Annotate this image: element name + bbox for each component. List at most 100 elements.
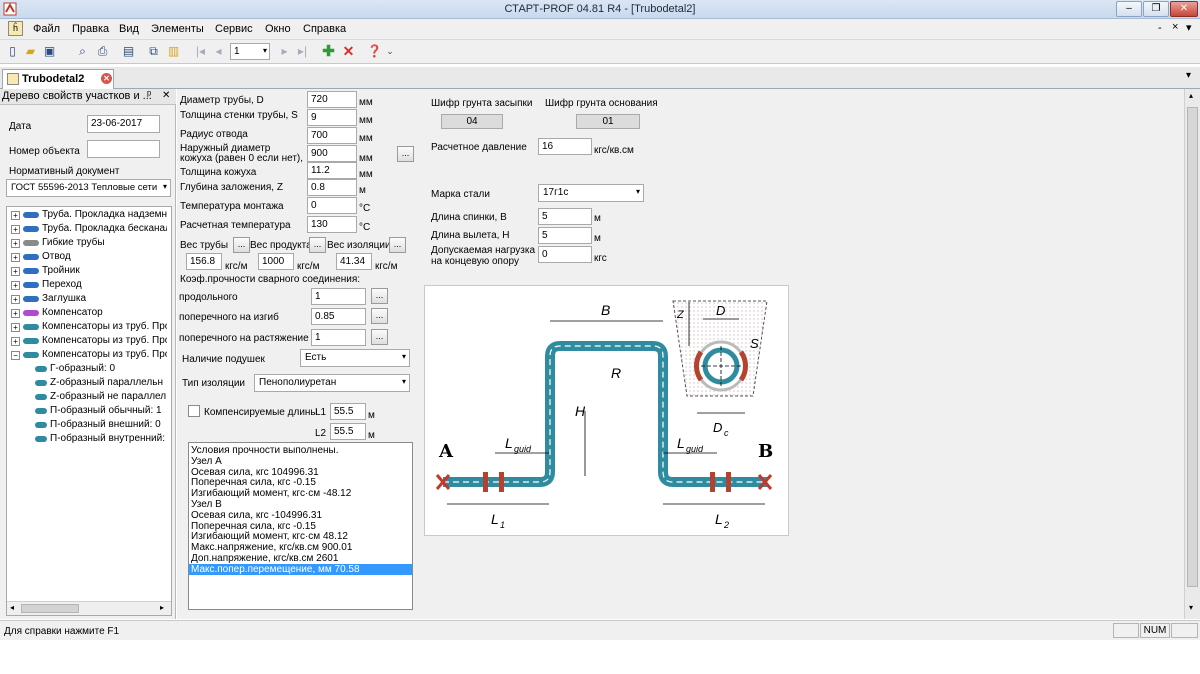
result-line[interactable]: Поперечная сила, кгс -0.15 (191, 477, 316, 488)
panel-close-icon[interactable]: ✕ (162, 90, 170, 101)
pads-select[interactable]: Есть ▾ (300, 349, 410, 367)
tree-item[interactable]: + Труба. Прокладка бесканал (11, 223, 167, 237)
insulation-weight-button[interactable]: ... (389, 237, 406, 253)
menu-help[interactable]: Справка (303, 23, 346, 35)
restore-button[interactable]: ❐ (1143, 1, 1169, 17)
scroll-thumb[interactable] (1187, 107, 1198, 587)
install-temp-field[interactable]: 0 (307, 197, 357, 214)
casing-thickness-field[interactable]: 11.2 (307, 162, 357, 179)
menu-elements[interactable]: Элементы (151, 23, 204, 35)
expand-icon[interactable]: + (11, 225, 20, 234)
tab-trubodetal2[interactable]: Trubodetal2 ✕ (2, 69, 114, 89)
result-line[interactable]: Осевая сила, кгс 104996.31 (191, 467, 319, 478)
scroll-right-icon[interactable]: ▸ (160, 603, 164, 612)
result-line[interactable]: Узел A (191, 456, 222, 467)
mdi-app-icon[interactable]: ĥ (8, 21, 23, 36)
weld-longitudinal-button[interactable]: ... (371, 288, 388, 304)
expand-icon[interactable]: + (11, 337, 20, 346)
elements-tree[interactable]: + Труба. Прокладка надземна + Труба. Прокла… (6, 206, 172, 616)
toolbar-more-icon[interactable]: ⌄ (385, 43, 395, 60)
weld-bending-field[interactable]: 0.85 (311, 308, 366, 325)
expand-icon[interactable]: + (11, 295, 20, 304)
open-folder-icon[interactable]: ▰ (22, 43, 39, 60)
print-preview-icon[interactable]: ⌕ (74, 43, 91, 60)
scroll-up-icon[interactable]: ▴ (1189, 91, 1193, 100)
depth-field[interactable]: 0.8 (307, 179, 357, 196)
product-weight-button[interactable]: ... (309, 237, 326, 253)
results-list[interactable]: Условия прочности выполнены. Узел A Осевая… (188, 442, 413, 610)
tree-item[interactable]: + Гибкие трубы (11, 237, 167, 251)
add-icon[interactable]: ✚ (320, 43, 337, 60)
tab-close-icon[interactable]: ✕ (101, 73, 112, 84)
expand-icon[interactable]: + (11, 281, 20, 290)
first-page-icon[interactable]: |◂ (192, 43, 209, 60)
pipe-weight-field[interactable]: 156.8 (186, 253, 222, 270)
mdi-close-button[interactable]: × (1172, 21, 1178, 33)
bend-radius-field[interactable]: 700 (307, 127, 357, 144)
object-number-field[interactable] (87, 140, 160, 158)
casing-diameter-field[interactable]: 900 (307, 145, 357, 162)
insulation-weight-field[interactable]: 41.34 (336, 253, 372, 270)
compensated-lengths-checkbox[interactable] (188, 405, 200, 417)
tree-item[interactable]: + Компенсатор (11, 307, 167, 321)
result-line[interactable]: Изгибающий момент, кгс·см -48.12 (191, 488, 351, 499)
mdi-pin-button[interactable]: ▾ (1186, 21, 1192, 34)
weld-bending-button[interactable]: ... (371, 308, 388, 324)
back-length-field[interactable]: 5 (538, 208, 592, 225)
menu-service[interactable]: Сервис (215, 23, 253, 35)
result-line[interactable]: Изгибающий момент, кгс·см 48.12 (191, 531, 348, 542)
tree-item[interactable]: П-образный обычный: 1 (35, 405, 167, 419)
soil-base-field[interactable]: 01 (576, 114, 640, 129)
help-icon[interactable]: ❓ (366, 43, 383, 60)
mdi-minimize-button[interactable]: - (1158, 22, 1162, 34)
product-weight-field[interactable]: 1000 (258, 253, 294, 270)
tree-item[interactable]: + Отвод (11, 251, 167, 265)
main-vscrollbar[interactable]: ▴ ▾ (1184, 89, 1200, 619)
delete-icon[interactable]: ✕ (340, 43, 357, 60)
calc-temp-field[interactable]: 130 (307, 216, 357, 233)
weld-tension-field[interactable]: 1 (311, 329, 366, 346)
menu-view[interactable]: Вид (119, 23, 139, 35)
pipe-diameter-field[interactable]: 720 (307, 91, 357, 108)
menu-edit[interactable]: Правка (72, 23, 109, 35)
paste-icon[interactable]: ▥ (165, 43, 182, 60)
weld-tension-button[interactable]: ... (371, 329, 388, 345)
scroll-thumb[interactable] (21, 604, 79, 613)
close-button[interactable]: ✕ (1170, 1, 1198, 17)
expand-icon[interactable]: + (11, 309, 20, 318)
tree-item[interactable]: + Компенсаторы из труб. Прок (11, 321, 167, 335)
tree-item[interactable]: + Тройник (11, 265, 167, 279)
tree-item[interactable]: + Труба. Прокладка надземна (11, 209, 167, 223)
expand-icon[interactable]: + (11, 267, 20, 276)
result-line[interactable]: Макс.попер.перемещение, мм 70.58 (189, 563, 412, 575)
collapse-icon[interactable]: − (11, 351, 20, 360)
pin-icon[interactable]: ᵖ (147, 89, 151, 101)
tree-item[interactable]: + Переход (11, 279, 167, 293)
table-icon[interactable]: ▤ (120, 43, 137, 60)
tree-item[interactable]: − Компенсаторы из труб. Прок (11, 349, 167, 363)
l2-field[interactable]: 55.5 (330, 423, 366, 440)
weld-longitudinal-field[interactable]: 1 (311, 288, 366, 305)
expand-icon[interactable]: + (11, 239, 20, 248)
tree-item[interactable]: + Заглушка (11, 293, 167, 307)
copy-icon[interactable]: ⧉ (145, 43, 162, 60)
tree-item[interactable]: П-образный внутренний: (35, 433, 167, 447)
insulation-type-select[interactable]: Пенополиуретан ▾ (254, 374, 410, 392)
wall-thickness-field[interactable]: 9 (307, 109, 357, 126)
soil-fill-field[interactable]: 04 (441, 114, 503, 129)
page-select[interactable]: 1 ▾ (230, 43, 270, 60)
scroll-left-icon[interactable]: ◂ (10, 603, 14, 612)
result-line[interactable]: Макс.напряжение, кгс/кв.см 900.01 (191, 542, 352, 553)
last-page-icon[interactable]: ▸| (294, 43, 311, 60)
expand-icon[interactable]: + (11, 211, 20, 220)
save-icon[interactable]: ▣ (41, 43, 58, 60)
tree-item[interactable]: Z-образный не параллел (35, 391, 167, 405)
menu-file[interactable]: Файл (33, 23, 60, 35)
result-line[interactable]: Поперечная сила, кгс -0.15 (191, 521, 316, 532)
norm-doc-select[interactable]: ГОСТ 55596-2013 Тепловые сети ▾ (6, 179, 171, 197)
tab-menu-icon[interactable]: ▾ (1186, 70, 1191, 81)
menu-window[interactable]: Окно (265, 23, 291, 35)
result-line[interactable]: Осевая сила, кгс -104996.31 (191, 510, 322, 521)
steel-grade-select[interactable]: 17г1с ▾ (538, 184, 644, 202)
prev-page-icon[interactable]: ◂ (210, 43, 227, 60)
